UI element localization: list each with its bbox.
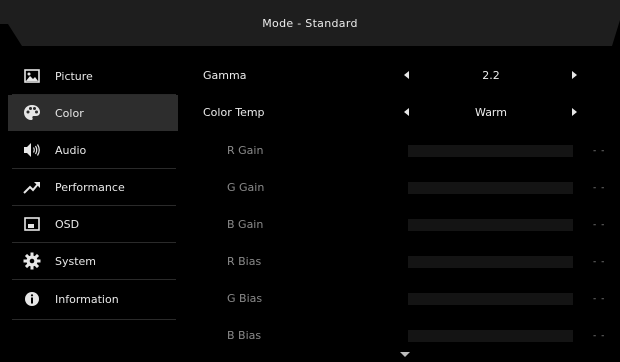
palette-icon xyxy=(22,103,42,123)
sidebar-item-performance[interactable]: Performance xyxy=(8,169,178,205)
sidebar-item-system[interactable]: System xyxy=(8,243,178,279)
arrow-left-icon[interactable] xyxy=(404,108,409,116)
r-gain-setting: R Gain - - xyxy=(195,133,615,169)
b-gain-setting: B Gain - - xyxy=(195,207,615,243)
color-temp-label: Color Temp xyxy=(203,106,265,119)
picture-icon xyxy=(22,66,42,86)
r-gain-label: R Gain xyxy=(227,144,264,157)
g-bias-value: - - xyxy=(593,294,606,304)
sidebar-item-label: Picture xyxy=(55,69,93,83)
arrow-right-icon[interactable] xyxy=(572,108,577,116)
b-bias-slider xyxy=(408,330,573,342)
osd-header: Mode - Standard xyxy=(0,0,620,48)
gamma-setting[interactable]: Gamma 2.2 xyxy=(195,58,615,94)
sidebar-item-label: OSD xyxy=(55,217,80,231)
b-gain-label: B Gain xyxy=(227,218,264,231)
sidebar-divider xyxy=(12,279,176,280)
color-temp-value: Warm xyxy=(475,106,507,119)
gamma-label: Gamma xyxy=(203,69,247,82)
scroll-down-arrow-icon[interactable] xyxy=(400,352,410,357)
g-bias-setting: G Bias - - xyxy=(195,281,615,317)
osd-sidebar: Picture Color Audio Performance OSD Syst… xyxy=(8,58,178,320)
g-bias-label: G Bias xyxy=(227,292,263,305)
sidebar-item-label: Color xyxy=(55,106,84,120)
r-bias-label: R Bias xyxy=(227,255,262,268)
g-gain-setting: G Gain - - xyxy=(195,170,615,206)
r-bias-slider xyxy=(408,256,573,268)
sidebar-item-label: Information xyxy=(55,292,119,306)
sidebar-item-audio[interactable]: Audio xyxy=(8,132,178,168)
color-settings-panel: Gamma 2.2 Color Temp Warm R Gain - - G G… xyxy=(195,58,615,358)
sidebar-item-label: Performance xyxy=(55,180,125,194)
sidebar-item-label: Audio xyxy=(55,143,87,157)
arrow-left-icon[interactable] xyxy=(404,71,409,79)
sidebar-item-picture[interactable]: Picture xyxy=(8,58,178,94)
b-gain-slider xyxy=(408,219,573,231)
trend-arrow-icon xyxy=(22,177,42,197)
color-temp-setting[interactable]: Color Temp Warm xyxy=(195,95,615,131)
osd-window-icon xyxy=(22,214,42,234)
r-gain-value: - - xyxy=(593,146,606,156)
speaker-icon xyxy=(22,140,42,160)
sidebar-item-information[interactable]: Information xyxy=(8,281,178,317)
r-bias-setting: R Bias - - xyxy=(195,244,615,280)
g-gain-slider xyxy=(408,182,573,194)
b-bias-label: B Bias xyxy=(227,329,262,342)
info-icon xyxy=(22,289,42,309)
b-gain-value: - - xyxy=(593,220,606,230)
sidebar-item-color[interactable]: Color xyxy=(8,95,178,131)
r-bias-value: - - xyxy=(593,257,606,267)
g-gain-label: G Gain xyxy=(227,181,265,194)
sidebar-item-label: System xyxy=(55,254,97,268)
monitor-osd-menu: Mode - Standard Picture Color Audio Perf… xyxy=(0,0,620,362)
gear-icon xyxy=(22,251,42,271)
g-gain-value: - - xyxy=(593,183,606,193)
sidebar-item-osd[interactable]: OSD xyxy=(8,206,178,242)
b-bias-value: - - xyxy=(593,331,606,341)
sidebar-divider xyxy=(12,319,176,320)
r-gain-slider xyxy=(408,145,573,157)
gamma-value: 2.2 xyxy=(482,69,500,82)
b-bias-setting: B Bias - - xyxy=(195,318,615,354)
g-bias-slider xyxy=(408,293,573,305)
mode-title: Mode - Standard xyxy=(262,17,358,30)
arrow-right-icon[interactable] xyxy=(572,71,577,79)
